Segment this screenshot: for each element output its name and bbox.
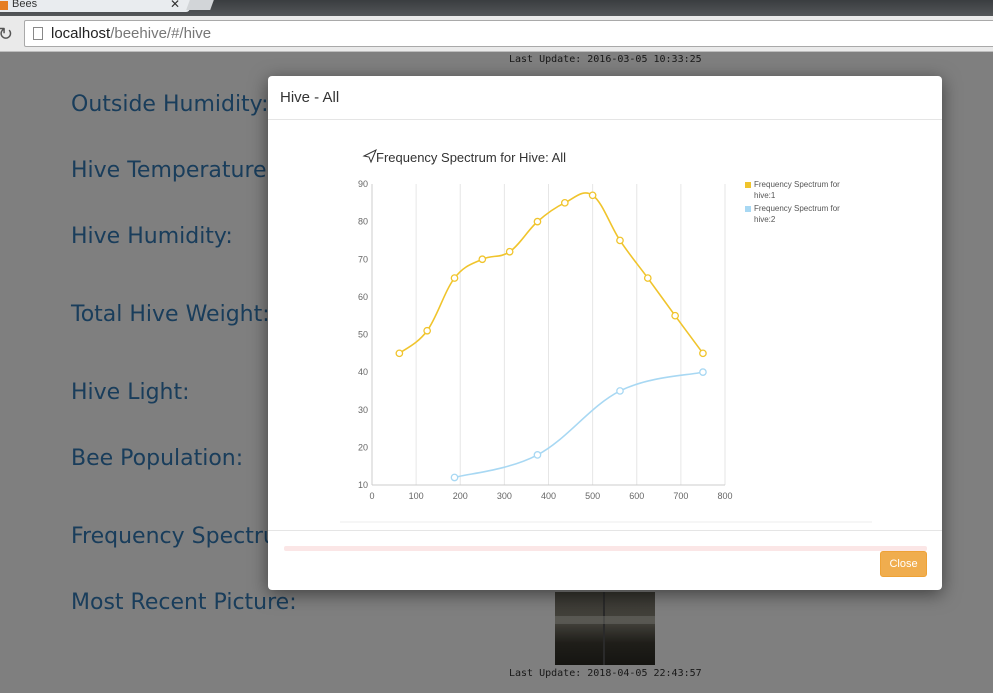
new-tab-button[interactable] — [186, 0, 214, 10]
y-tick-label: 70 — [358, 254, 368, 264]
modal-header: Hive - All — [268, 76, 942, 120]
url-host: localhost — [51, 25, 111, 42]
x-tick-label: 800 — [717, 491, 732, 501]
x-tick-label: 300 — [497, 491, 512, 501]
y-tick-label: 30 — [358, 405, 368, 415]
data-point-hive-1 — [588, 191, 597, 200]
legend-swatch-hive-2 — [745, 206, 751, 212]
data-point-hive-1 — [450, 274, 459, 282]
progress-bar — [284, 546, 927, 551]
x-tick-label: 400 — [541, 491, 556, 501]
y-tick-label: 40 — [358, 367, 368, 377]
modal-footer: Close — [268, 530, 942, 590]
chart-title-group: Frequency Spectrum for Hive: All — [362, 148, 566, 165]
data-point-hive-2 — [616, 387, 624, 395]
y-tick-label: 60 — [358, 292, 368, 302]
x-tick-label: 100 — [409, 491, 424, 501]
browser-tab[interactable]: Bees ✕ — [0, 0, 190, 12]
legend-label-hive-2: Frequency Spectrum for hive:2 — [754, 204, 840, 224]
y-tick-label: 90 — [358, 179, 368, 189]
x-tick-label: 0 — [369, 491, 374, 501]
data-point-hive-1 — [671, 311, 679, 320]
data-point-hive-2 — [533, 451, 542, 459]
send-icon — [362, 148, 377, 164]
x-tick-label: 200 — [453, 491, 468, 501]
chart-title: Frequency Spectrum for Hive: All — [376, 150, 566, 165]
frequency-spectrum-chart: 0 100 200 300 400 500 600 700 800 10 20 30 40 50 60 70 8… — [340, 148, 872, 523]
modal-title: Hive - All — [280, 89, 340, 106]
address-bar[interactable]: localhost/beehive/#/hive — [24, 20, 993, 47]
legend-label-hive-1: Frequency Spectrum for hive:1 — [754, 180, 840, 200]
series-line-hive-2 — [454, 371, 704, 479]
data-point-hive-1 — [533, 217, 542, 226]
url-path: /beehive/#/hive — [110, 25, 212, 42]
hive-modal: Hive - All 0 100 200 300 400 500 600 700 800 10 20… — [268, 76, 942, 590]
data-point-hive-1 — [423, 326, 432, 335]
series-line-hive-1 — [398, 192, 704, 354]
data-point-hive-2 — [450, 473, 459, 482]
favicon-icon — [0, 1, 8, 10]
x-tick-label: 600 — [629, 491, 644, 501]
legend-swatch-hive-1 — [745, 182, 751, 188]
browser-chrome: Bees ✕ ↻ localhost/beehive/#/hive — [0, 0, 993, 52]
browser-toolbar: ↻ localhost/beehive/#/hive — [0, 16, 993, 52]
url-text[interactable]: localhost/beehive/#/hive — [51, 25, 211, 42]
tab-title: Bees — [12, 0, 38, 10]
data-point-hive-1 — [395, 349, 404, 358]
page-icon — [33, 27, 43, 40]
y-tick-label: 10 — [358, 480, 368, 490]
data-point-hive-1 — [699, 349, 707, 358]
data-point-hive-1 — [505, 247, 514, 256]
y-tick-label: 80 — [358, 217, 368, 227]
data-point-hive-1 — [560, 198, 569, 207]
tab-close-icon[interactable]: ✕ — [170, 0, 180, 11]
y-tick-label: 20 — [358, 442, 368, 452]
x-tick-label: 500 — [585, 491, 600, 501]
y-tick-label: 50 — [358, 330, 368, 340]
data-point-hive-1 — [616, 236, 624, 245]
reload-icon[interactable]: ↻ — [0, 24, 13, 45]
data-point-hive-1 — [643, 274, 652, 282]
x-tick-label: 700 — [673, 491, 688, 501]
close-button[interactable]: Close — [880, 551, 927, 577]
data-point-hive-2 — [699, 368, 707, 376]
data-point-hive-1 — [478, 255, 487, 264]
